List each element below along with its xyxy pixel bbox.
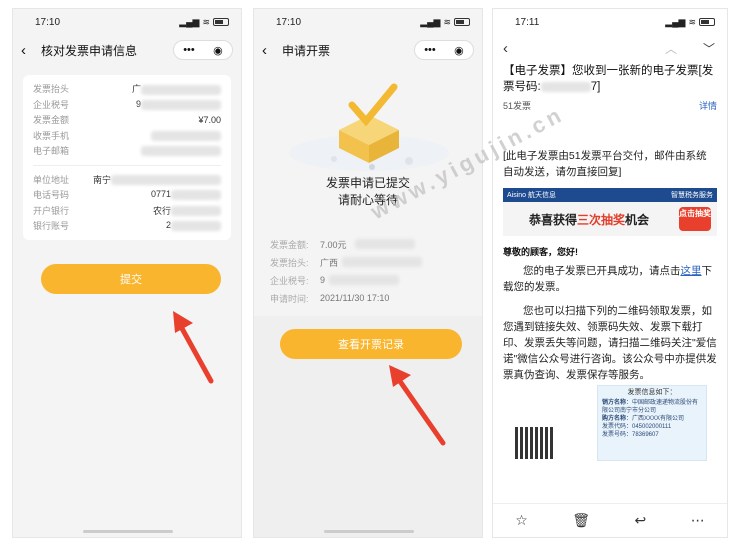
chevron-up-icon[interactable]: ︿	[665, 40, 677, 57]
back-icon[interactable]: ‹	[503, 40, 508, 57]
field-row: 电子邮箱	[33, 143, 221, 159]
mail-action-bar: ☆ 🗑 ↩ ⋯	[493, 503, 727, 537]
status-time: 17:10	[276, 16, 302, 28]
mail-toolbar: ‹ ︿ ﹀	[493, 35, 727, 61]
more-icon[interactable]: ⋯	[691, 512, 705, 529]
view-records-button[interactable]: 查看开票记录	[280, 329, 462, 359]
promo-banner[interactable]: 恭喜获得三次抽奖机会 点击抽奖	[503, 202, 717, 236]
battery-icon	[699, 18, 715, 26]
info-row: 申请时间: 2021/11/30 17:10	[270, 293, 390, 304]
status-bar: 17:10 ▂▄▆ ≋	[13, 9, 241, 35]
status-title: 发票申请已提交 请耐心等待	[325, 176, 410, 207]
battery-icon	[454, 18, 470, 26]
page-title: 核对发票申请信息	[41, 43, 138, 58]
invoice-summary-box: 发票信息如下： 销方名称：中国邮政速递物流股份有限公司南宁市分公司 购方名称：广…	[597, 385, 707, 461]
status-bar: 17:11 ▂▄▆ ≋	[493, 9, 727, 35]
more-icon[interactable]: •••	[424, 44, 436, 56]
check-box-icon	[289, 83, 449, 171]
email-subject: 【电子发票】您收到一张新的电子发票[发 票号码: 7]	[503, 65, 714, 93]
status-time: 17:10	[35, 16, 61, 28]
sender-row: 51发票 详情	[493, 97, 727, 114]
miniapp-capsule[interactable]: ••• ◉	[173, 40, 233, 60]
sender-name: 51发票	[503, 101, 532, 111]
battery-icon	[213, 18, 229, 26]
field-row: 开户银行 农行	[33, 203, 221, 219]
submitted-illustration	[254, 75, 482, 175]
phone-screen-submitted: 17:10 ▂▄▆ ≋ ‹ 申请开票 ••• ◉ 发票申请已提交 请耐心等待 发…	[253, 8, 483, 538]
download-paragraph: 您的电子发票已开具成功，请点击这里下载您的发票。	[503, 265, 712, 293]
qr-section: 发票信息如下： 销方名称：中国邮政速递物流股份有限公司南宁市分公司 购方名称：广…	[493, 383, 727, 463]
signal-icon: ▂▄▆	[420, 16, 441, 27]
qr-paragraph: 您也可以扫描下列的二维码领取发票，如您遇到链接失效、领票码失效、发票下载打印、发…	[503, 305, 717, 381]
chevron-down-icon[interactable]: ﹀	[703, 40, 715, 57]
phone-screen-email: 17:11 ▂▄▆ ≋ ‹ ︿ ﹀ 【电子发票】您收到一张新的电子发票[发 票号…	[492, 8, 728, 538]
field-row: 发票金额 ¥7.00	[33, 114, 221, 126]
field-row: 收票手机	[33, 128, 221, 144]
status-time: 17:11	[515, 16, 540, 28]
back-icon[interactable]: ‹	[21, 42, 35, 59]
red-arrow-icon	[173, 311, 214, 384]
nav-bar: ‹ 核对发票申请信息 ••• ◉	[13, 35, 241, 65]
download-link[interactable]: 这里	[681, 265, 702, 277]
qr-code-icon[interactable]	[515, 427, 555, 459]
red-arrow-icon	[389, 365, 446, 446]
details-link[interactable]: 详情	[699, 99, 717, 112]
submission-info: 发票金额: 7.00元 发票抬头: 广西 企业税号: 9 申请时间: 2021/…	[254, 235, 482, 307]
signal-icon: ▂▄▆	[665, 16, 686, 27]
aisino-banner: Aisino 航天信息 智慧税务服务	[503, 188, 717, 202]
close-miniapp-icon[interactable]: ◉	[454, 44, 464, 57]
email-intro: [此电子发票由51发票平台交付，邮件由系统自动发送，请勿直接回复]	[503, 150, 707, 178]
field-row: 电话号码 0771	[33, 187, 221, 203]
more-icon[interactable]: •••	[183, 44, 195, 56]
page-title: 申请开票	[282, 43, 331, 58]
field-row: 发票抬头 广	[33, 81, 221, 97]
status-bar: 17:10 ▂▄▆ ≋	[254, 9, 482, 35]
field-row: 单位地址 南宁	[33, 172, 221, 188]
field-row: 银行账号 2	[33, 218, 221, 234]
info-row: 企业税号: 9	[270, 271, 466, 289]
lottery-button[interactable]: 点击抽奖	[679, 207, 711, 231]
reply-icon[interactable]: ↩	[635, 512, 647, 529]
submit-button[interactable]: 提交	[41, 264, 221, 294]
field-row: 企业税号 9	[33, 97, 221, 113]
phone-screen-verify: 17:10 ▂▄▆ ≋ ‹ 核对发票申请信息 ••• ◉ 发票抬头 广 企业税号…	[12, 8, 242, 538]
close-miniapp-icon[interactable]: ◉	[213, 44, 223, 57]
signal-icon: ▂▄▆	[179, 16, 200, 27]
trash-icon[interactable]: 🗑	[572, 512, 590, 529]
wifi-icon: ≋	[688, 16, 696, 27]
back-icon[interactable]: ‹	[262, 42, 276, 59]
star-icon[interactable]: ☆	[515, 512, 528, 529]
wifi-icon: ≋	[202, 16, 210, 27]
aisino-logo: Aisino 航天信息	[507, 192, 557, 199]
wifi-icon: ≋	[443, 16, 451, 27]
info-row: 发票抬头: 广西	[270, 253, 466, 271]
nav-bar: ‹ 申请开票 ••• ◉	[254, 35, 482, 65]
miniapp-capsule[interactable]: ••• ◉	[414, 40, 474, 60]
invoice-info-card: 发票抬头 广 企业税号 9 发票金额 ¥7.00 收票手机 电子邮箱 单位地址 …	[23, 75, 231, 240]
greeting: 尊敬的顾客，您好!	[503, 247, 578, 257]
info-row: 发票金额: 7.00元	[270, 235, 466, 253]
